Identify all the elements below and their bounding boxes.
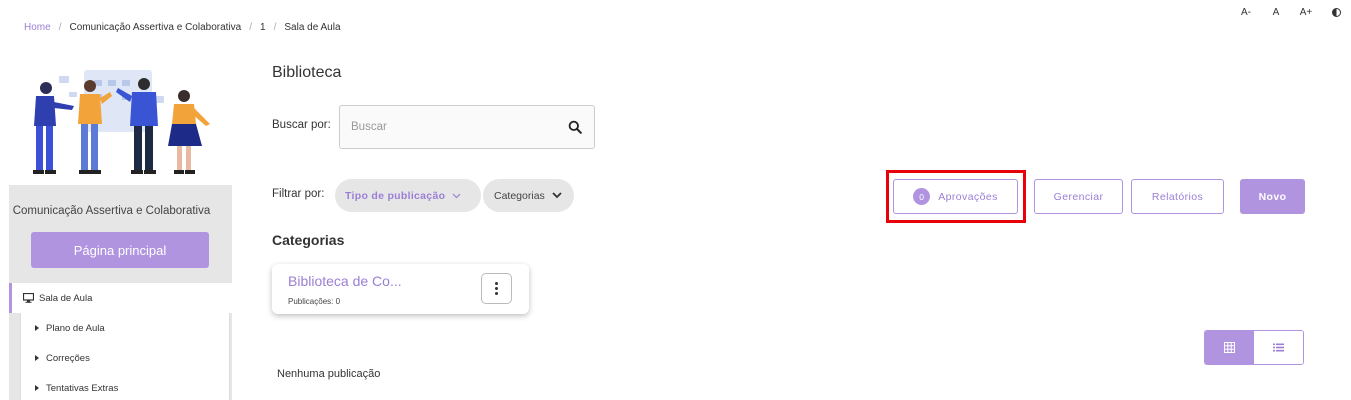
sidebar-submenu: Plano de Aula Correções Tentativas Extra…	[20, 313, 230, 400]
font-normal-button[interactable]: A	[1261, 7, 1291, 18]
categories-filter-label: Categorias	[494, 189, 545, 202]
empty-publications-message: Nenhuma publicação	[277, 368, 381, 380]
search-icon[interactable]	[568, 120, 582, 134]
breadcrumb-separator: /	[249, 22, 253, 33]
accessibility-tools: A- A A+	[1231, 7, 1351, 18]
course-illustration	[33, 70, 210, 174]
contrast-icon	[1331, 7, 1341, 17]
more-vertical-icon	[495, 282, 498, 285]
publication-type-label: Tipo de publicação	[345, 189, 446, 202]
font-increase-button[interactable]: A+	[1291, 7, 1321, 18]
new-button[interactable]: Novo	[1240, 179, 1305, 214]
list-icon	[1273, 343, 1284, 352]
contrast-button[interactable]	[1321, 7, 1351, 18]
publication-type-filter[interactable]: Tipo de publicação	[335, 179, 481, 212]
breadcrumb-separator: /	[273, 22, 277, 33]
search-input[interactable]	[340, 121, 550, 133]
manage-button[interactable]: Gerenciar	[1034, 179, 1123, 214]
caret-right-icon	[35, 325, 39, 331]
reports-button[interactable]: Relatórios	[1131, 179, 1224, 214]
approvals-label: Aprovações	[938, 190, 998, 203]
breadcrumb: Home / Comunicação Assertiva e Colaborat…	[24, 22, 341, 33]
grid-view-button[interactable]	[1205, 331, 1254, 364]
approvals-button[interactable]: 0 Aprovações	[893, 179, 1018, 214]
sidebar-menu: Sala de Aula Plano de Aula Correções Ten…	[9, 283, 232, 400]
sidebar-item-label: Correções	[46, 352, 90, 364]
search-label: Buscar por:	[272, 119, 331, 131]
sidebar-item-tentativas-extras[interactable]: Tentativas Extras	[21, 373, 229, 400]
breadcrumb-current: Sala de Aula	[284, 22, 341, 33]
category-card-menu-button[interactable]	[481, 273, 512, 304]
sidebar-item-label: Tentativas Extras	[46, 382, 119, 394]
caret-right-icon	[35, 385, 39, 391]
main-page-button[interactable]: Página principal	[31, 232, 209, 268]
monitor-icon	[23, 293, 34, 303]
category-card-publications: Publicações: 0	[288, 297, 341, 306]
categories-filter[interactable]: Categorias	[483, 179, 574, 212]
breadcrumb-number[interactable]: 1	[260, 22, 266, 33]
breadcrumb-separator: /	[58, 22, 62, 33]
list-view-button[interactable]	[1254, 331, 1303, 364]
chevron-down-icon	[452, 193, 461, 198]
approvals-count-badge: 0	[913, 188, 931, 205]
chevron-down-icon	[552, 192, 562, 199]
sidebar-item-sala-de-aula[interactable]: Sala de Aula	[9, 283, 232, 313]
search-box	[339, 105, 595, 149]
category-card[interactable]: Biblioteca de Co... Publicações: 0	[272, 264, 529, 314]
caret-right-icon	[35, 355, 39, 361]
sidebar-item-label: Sala de Aula	[39, 292, 93, 304]
sidebar-item-correcoes[interactable]: Correções	[21, 343, 229, 373]
breadcrumb-home-link[interactable]: Home	[24, 22, 51, 33]
sidebar-item-label: Plano de Aula	[46, 322, 105, 334]
page-title: Biblioteca	[272, 64, 342, 81]
sidebar-item-plano-de-aula[interactable]: Plano de Aula	[21, 313, 229, 343]
category-card-title[interactable]: Biblioteca de Co...	[288, 273, 402, 289]
breadcrumb-course[interactable]: Comunicação Assertiva e Colaborativa	[69, 22, 241, 33]
sidebar-course-name: Comunicação Assertiva e Colaborativa	[12, 205, 211, 217]
font-decrease-button[interactable]: A-	[1231, 7, 1261, 18]
more-vertical-icon-dot	[495, 292, 498, 295]
view-toggle	[1204, 330, 1304, 365]
categories-heading: Categorias	[272, 232, 345, 248]
more-vertical-icon-dot	[495, 287, 498, 290]
filter-label: Filtrar por:	[272, 188, 325, 200]
grid-icon	[1224, 342, 1235, 353]
